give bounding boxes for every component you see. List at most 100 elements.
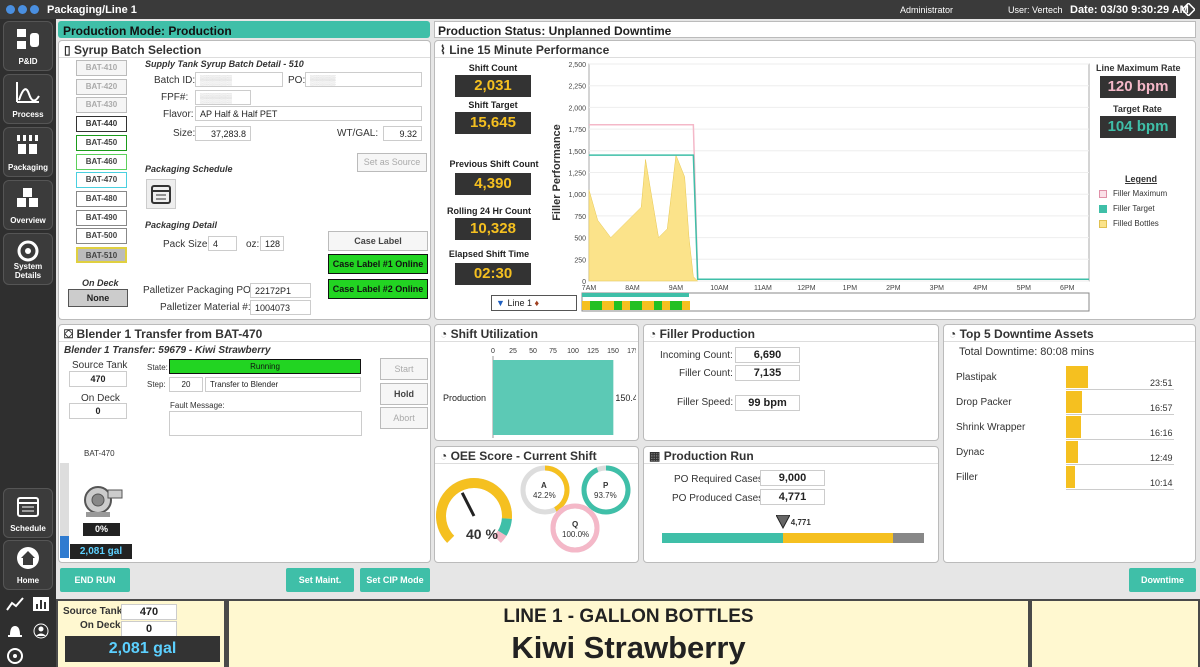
shift-count-label: Shift Count: [468, 63, 518, 73]
y-tick-label: 2,500: [568, 62, 586, 69]
target-rate-value: 104 bpm: [1100, 116, 1176, 138]
start-button[interactable]: Start: [380, 358, 428, 380]
downtime-time: 16:16: [1150, 428, 1173, 438]
nav-home[interactable]: Home: [3, 540, 53, 590]
abort-button[interactable]: Abort: [380, 407, 428, 429]
run-marker: [774, 514, 791, 532]
size-field[interactable]: 37,283.8: [195, 126, 251, 141]
palletizer-material-field[interactable]: 1004073: [250, 300, 311, 315]
timeline-segment: [642, 301, 646, 310]
size-label: Size:: [173, 128, 196, 139]
case-label-2-button[interactable]: Case Label #2 Online: [328, 279, 428, 299]
x-tick-label: 2PM: [886, 285, 901, 292]
step-text: Transfer to Blender: [205, 377, 361, 392]
palletizer-po-label: Palletizer Packaging PO:: [143, 285, 254, 296]
nav-system-details[interactable]: System Details: [3, 233, 53, 285]
flavor-field[interactable]: AP Half & Half PET: [195, 106, 422, 121]
window-dot-icon[interactable]: [30, 5, 39, 14]
downtime-time: 12:49: [1150, 453, 1173, 463]
batch-button[interactable]: BAT-440: [76, 116, 127, 133]
filler-count-label: Filler Count:: [679, 368, 733, 379]
nav-pid[interactable]: P&ID: [3, 21, 53, 71]
timeline-strip: [581, 292, 1090, 312]
batch-button[interactable]: BAT-460: [76, 153, 127, 170]
hold-button[interactable]: Hold: [380, 383, 428, 405]
util-tick-label: 125: [587, 348, 599, 355]
batch-id-field[interactable]: ▒▒▒▒▒: [195, 72, 283, 87]
nav-schedule[interactable]: Schedule: [3, 488, 53, 538]
footer-line-title: LINE 1 - GALLON BOTTLES: [503, 606, 754, 627]
downtime-asset-name: Drop Packer: [956, 397, 1012, 408]
downtime-entry-button[interactable]: Downtime Entry: [1129, 568, 1196, 609]
batch-button[interactable]: BAT-470: [76, 172, 127, 189]
y-tick-label: 1,500: [568, 149, 586, 156]
po-field[interactable]: ▒▒▒▒: [305, 72, 422, 87]
case-label-1-button[interactable]: Case Label #1 Online: [328, 254, 428, 274]
bar-chart-icon[interactable]: [32, 596, 50, 612]
palletizer-po-field[interactable]: 22172P1: [250, 283, 311, 298]
batch-button[interactable]: BAT-500: [76, 228, 127, 245]
user-label: User: Vertech: [1008, 5, 1063, 15]
production-mode-header: Production Mode: Production: [58, 21, 430, 38]
pack-size-field[interactable]: 4: [208, 236, 237, 251]
batch-button[interactable]: BAT-510: [76, 247, 127, 263]
role-label: Administrator: [900, 5, 954, 15]
batch-button[interactable]: BAT-410: [76, 60, 127, 76]
x-tick-label: 4PM: [973, 285, 988, 292]
batch-button[interactable]: BAT-490: [76, 209, 127, 226]
x-tick-label: 8AM: [625, 285, 640, 292]
trend-icon[interactable]: [6, 596, 24, 612]
triangle-down-icon: ▼: [496, 298, 505, 308]
wt-gal-field[interactable]: 9.32: [383, 126, 422, 141]
downtime-time: 10:14: [1150, 478, 1173, 488]
set-as-source-button[interactable]: Set as Source: [357, 153, 427, 172]
source-tank-label: Source Tank: [72, 360, 128, 371]
incoming-count-value: 6,690: [735, 347, 800, 363]
nav-process[interactable]: Process: [3, 74, 53, 124]
fault-message-field[interactable]: [169, 411, 362, 436]
set-maint-mode-button[interactable]: Set Maint. Mode: [286, 568, 354, 609]
window-dot-icon[interactable]: [18, 5, 27, 14]
downtime-asset-name: Filler: [956, 472, 978, 483]
legend-swatch: [1099, 190, 1107, 198]
sidebar: P&ID Process Packaging Overview System D…: [0, 19, 56, 667]
downtime-asset-name: Dynac: [956, 447, 985, 458]
end-run-button[interactable]: END RUN: [60, 568, 130, 592]
y-tick-label: 500: [574, 236, 586, 243]
shift-count-value: 2,031: [455, 75, 531, 97]
blender-subtitle: Blender 1 Transfer: 59679 - Kiwi Strawbe…: [64, 345, 271, 356]
elapsed-shift-label: Elapsed Shift Time: [448, 249, 530, 259]
nav-overview[interactable]: Overview: [3, 180, 53, 230]
schedule-calendar-button[interactable]: [146, 179, 176, 209]
downtime-bar: [1066, 391, 1082, 413]
legend-item: Filled Bottles: [1113, 219, 1159, 228]
production-status-header: Production Status: Unplanned Downtime: [434, 21, 1196, 38]
availability-label: A: [541, 481, 547, 490]
fpf-field[interactable]: ▒▒▒▒▒: [195, 90, 251, 105]
performance-chart: 02505007501,0001,2501,5001,7502,0002,250…: [551, 62, 1090, 312]
oz-label: oz:: [246, 239, 260, 250]
util-tick-label: 175: [627, 348, 636, 355]
oz-field[interactable]: 128: [260, 236, 284, 251]
triangle-down-icon: [774, 514, 791, 530]
timeline-segment: [678, 301, 682, 310]
batch-button[interactable]: BAT-430: [76, 97, 127, 114]
batch-button[interactable]: BAT-480: [76, 190, 127, 207]
gauge-icon: ◔: [649, 327, 657, 341]
bell-icon[interactable]: [6, 623, 24, 639]
x-tick-label: 12PM: [797, 285, 815, 292]
oee-gauges: [436, 465, 631, 553]
on-deck-field[interactable]: None: [68, 289, 128, 307]
window-dot-icon[interactable]: [6, 5, 15, 14]
process-icon: [16, 82, 40, 103]
batch-button[interactable]: BAT-420: [76, 78, 127, 95]
case-label-button[interactable]: Case Label: [328, 231, 428, 251]
set-cip-mode-button[interactable]: Set CIP Mode: [360, 568, 430, 592]
nav-packaging[interactable]: Packaging: [3, 127, 53, 177]
batch-button[interactable]: BAT-450: [76, 134, 127, 151]
previous-shift-label: Previous Shift Count: [449, 159, 539, 169]
syrup-detail-title: Supply Tank Syrup Batch Detail - 510: [145, 59, 304, 69]
user-icon[interactable]: [32, 623, 50, 639]
footer-source-value: 470: [121, 604, 177, 620]
tag-icon[interactable]: [1182, 3, 1195, 16]
